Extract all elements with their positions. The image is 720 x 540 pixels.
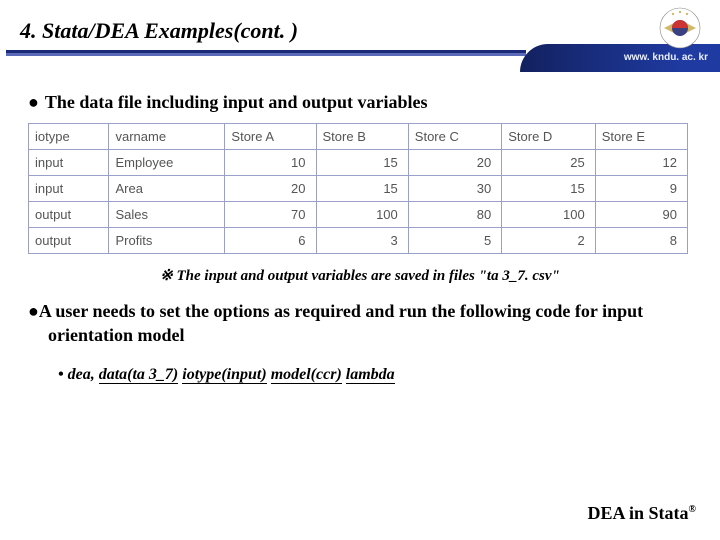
cell: 15 xyxy=(316,150,408,176)
cell: 5 xyxy=(408,228,501,254)
code-line: • dea, data(ta 3_7) iotype(input) model(… xyxy=(58,366,692,384)
cell: 6 xyxy=(225,228,316,254)
cell: 15 xyxy=(502,176,595,202)
cell: 12 xyxy=(595,150,687,176)
cell: 70 xyxy=(225,202,316,228)
col-header: varname xyxy=(109,124,225,150)
title-underline xyxy=(6,50,526,56)
col-header: Store A xyxy=(225,124,316,150)
cell: Profits xyxy=(109,228,225,254)
cell: input xyxy=(29,150,109,176)
cell: 2 xyxy=(502,228,595,254)
cell: 25 xyxy=(502,150,595,176)
header-url: www. kndu. ac. kr xyxy=(624,52,708,63)
col-header: Store E xyxy=(595,124,687,150)
code-part: iotype(input) xyxy=(182,366,266,384)
bullet-dot-icon: ● xyxy=(28,301,39,321)
cell: 100 xyxy=(316,202,408,228)
cell: 3 xyxy=(316,228,408,254)
note-text: ※ The input and output variables are sav… xyxy=(28,266,692,285)
col-header: Store B xyxy=(316,124,408,150)
data-table: iotype varname Store A Store B Store C S… xyxy=(28,123,688,254)
col-header: Store C xyxy=(408,124,501,150)
cell: Sales xyxy=(109,202,225,228)
cell: 9 xyxy=(595,176,687,202)
code-part: data(ta 3_7) xyxy=(99,366,179,384)
slide-title: 4. Stata/DEA Examples(cont. ) xyxy=(20,18,298,44)
trademark-icon: ® xyxy=(689,504,696,515)
table-row: output Sales 70 100 80 100 90 xyxy=(29,202,688,228)
cell: 10 xyxy=(225,150,316,176)
bullet-dot-icon: ● xyxy=(28,92,39,112)
content-area: ● The data file including input and outpu… xyxy=(28,92,692,384)
cell: input xyxy=(29,176,109,202)
table-header-row: iotype varname Store A Store B Store C S… xyxy=(29,124,688,150)
col-header: Store D xyxy=(502,124,595,150)
cell: 15 xyxy=(316,176,408,202)
table-row: input Employee 10 15 20 25 12 xyxy=(29,150,688,176)
code-part: lambda xyxy=(346,366,395,384)
cell: output xyxy=(29,228,109,254)
bullet-2-text: A user needs to set the options as requi… xyxy=(39,301,643,345)
footer: DEA in Stata® xyxy=(587,503,696,524)
table-row: output Profits 6 3 5 2 8 xyxy=(29,228,688,254)
table-row: input Area 20 15 30 15 9 xyxy=(29,176,688,202)
bullet-1-text: The data file including input and output… xyxy=(45,92,428,112)
cell: 100 xyxy=(502,202,595,228)
cell: 90 xyxy=(595,202,687,228)
emblem-icon xyxy=(658,6,702,50)
code-prefix: • dea, xyxy=(58,366,99,383)
cell: Area xyxy=(109,176,225,202)
footer-text: DEA in Stata xyxy=(587,503,688,523)
header: 4. Stata/DEA Examples(cont. ) www. kndu.… xyxy=(0,0,720,58)
cell: 30 xyxy=(408,176,501,202)
code-part: model(ccr) xyxy=(271,366,342,384)
cell: 20 xyxy=(408,150,501,176)
cell: 8 xyxy=(595,228,687,254)
bullet-1: ● The data file including input and outpu… xyxy=(28,92,692,113)
cell: 80 xyxy=(408,202,501,228)
cell: 20 xyxy=(225,176,316,202)
cell: output xyxy=(29,202,109,228)
cell: Employee xyxy=(109,150,225,176)
col-header: iotype xyxy=(29,124,109,150)
bullet-2: ●A user needs to set the options as requ… xyxy=(28,299,692,348)
